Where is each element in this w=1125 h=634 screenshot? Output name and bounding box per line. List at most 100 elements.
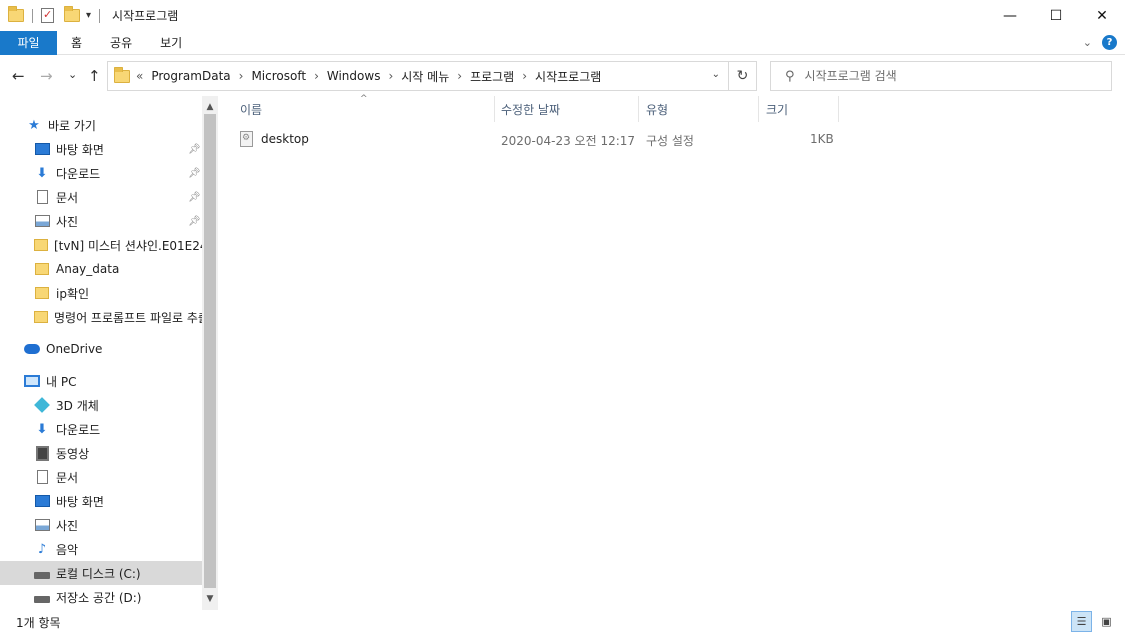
breadcrumb-startup[interactable]: 시작프로그램	[535, 68, 601, 85]
file-size: 1KB	[810, 132, 834, 146]
file-name: desktop	[261, 132, 309, 146]
music-icon: ♪	[37, 541, 47, 557]
breadcrumb-programs[interactable]: 프로그램	[470, 68, 514, 85]
sidebar-item-desktop[interactable]: 바탕 화면 📌︎	[0, 137, 202, 161]
sort-ascending-icon: ^	[360, 94, 368, 104]
title-bar: ▾ 시작프로그램 — ☐ ✕	[0, 0, 1125, 31]
sidebar-item-this-pc[interactable]: 내 PC	[0, 369, 202, 393]
refresh-button[interactable]: ↻	[728, 62, 756, 90]
download-icon: ⬇	[36, 165, 48, 181]
sidebar-item-videos[interactable]: 동영상	[0, 441, 202, 465]
expand-ribbon-icon[interactable]: ⌄	[1083, 36, 1092, 49]
sidebar-item-recent-folder[interactable]: ip확인	[0, 281, 202, 305]
sidebar-item-onedrive[interactable]: OneDrive	[0, 337, 202, 361]
onedrive-icon	[24, 344, 40, 354]
help-icon[interactable]: ?	[1102, 35, 1117, 50]
close-button[interactable]: ✕	[1079, 0, 1125, 31]
folder-icon	[35, 287, 49, 299]
sidebar-item-recent-folder[interactable]: [tvN] 미스터 션샤인.E01E24	[0, 233, 202, 257]
sidebar-item-local-disk-c[interactable]: 로컬 디스크 (C:)	[0, 561, 202, 585]
table-row[interactable]: desktop 2020-04-23 오전 12:17 구성 설정 1KB	[218, 127, 838, 151]
sidebar-item-label: 3D 개체	[56, 398, 99, 413]
desktop-icon	[34, 143, 50, 155]
column-header-name[interactable]: 이름	[240, 96, 262, 122]
picture-icon	[34, 215, 50, 227]
document-icon	[36, 470, 48, 484]
search-input[interactable]	[804, 69, 1105, 83]
breadcrumb-separator[interactable]: ›	[239, 69, 244, 83]
new-folder-icon[interactable]	[64, 6, 80, 22]
maximize-button[interactable]: ☐	[1033, 0, 1079, 31]
forward-button[interactable]: →	[40, 67, 53, 85]
sidebar-item-label: 다운로드	[56, 166, 101, 181]
sidebar-item-label: Anay_data	[56, 262, 120, 276]
breadcrumb-separator[interactable]: ›	[314, 69, 319, 83]
quick-access-toolbar: ▾	[0, 6, 104, 23]
back-button[interactable]: ←	[12, 67, 25, 85]
sidebar-item-label: 사진	[56, 518, 79, 533]
customize-toolbar-dropdown[interactable]: ▾	[86, 10, 91, 21]
video-icon	[35, 445, 49, 461]
column-divider[interactable]	[638, 96, 639, 122]
address-bar[interactable]: « ProgramData › Microsoft › Windows › 시작…	[107, 61, 757, 91]
large-icons-view-button[interactable]: ▣	[1096, 611, 1117, 632]
sidebar-item-label: 동영상	[56, 446, 90, 461]
sidebar-item-pictures[interactable]: 사진	[0, 513, 202, 537]
scroll-thumb[interactable]	[204, 114, 216, 588]
tab-share[interactable]: 공유	[96, 31, 146, 55]
sidebar-item-label: 음악	[56, 542, 79, 557]
tab-home[interactable]: 홈	[57, 31, 96, 55]
breadcrumb-programdata[interactable]: ProgramData	[151, 69, 230, 83]
properties-icon[interactable]	[41, 8, 54, 23]
pin-icon[interactable]: 📌︎	[188, 192, 201, 203]
breadcrumb-separator[interactable]: ›	[388, 69, 393, 83]
sidebar-item-label: 로컬 디스크 (C:)	[56, 566, 141, 581]
breadcrumb-separator[interactable]: ›	[457, 69, 462, 83]
folder-icon	[34, 311, 48, 323]
breadcrumb-start-menu[interactable]: 시작 메뉴	[401, 68, 449, 85]
details-view-button[interactable]: ☰	[1071, 611, 1092, 632]
sidebar-item-documents[interactable]: 문서 📌︎	[0, 185, 202, 209]
sidebar-item-downloads[interactable]: ⬇ 다운로드 📌︎	[0, 161, 202, 185]
tab-view[interactable]: 보기	[146, 31, 196, 55]
folder-icon	[35, 263, 49, 275]
pin-icon[interactable]: 📌︎	[188, 168, 201, 179]
overflow-chevron[interactable]: «	[136, 69, 143, 83]
sidebar-item-documents[interactable]: 문서	[0, 465, 202, 489]
column-divider[interactable]	[838, 96, 839, 122]
sidebar-item-label: [tvN] 미스터 션샤인.E01E24	[54, 238, 202, 253]
sidebar-item-recent-folder[interactable]: 명령어 프로롬프트 파일로 추출	[0, 305, 202, 329]
pin-icon[interactable]: 📌︎	[188, 144, 201, 155]
column-header-date[interactable]: 수정한 날짜	[501, 96, 560, 122]
sidebar-item-downloads[interactable]: ⬇ 다운로드	[0, 417, 202, 441]
sidebar-item-3d-objects[interactable]: 3D 개체	[0, 393, 202, 417]
column-divider[interactable]	[494, 96, 495, 122]
sidebar-scrollbar[interactable]: ▲ ▼	[202, 96, 218, 610]
recent-locations-button[interactable]: ⌄	[68, 68, 77, 81]
breadcrumb-windows[interactable]: Windows	[327, 69, 381, 83]
column-divider[interactable]	[758, 96, 759, 122]
sidebar-item-desktop[interactable]: 바탕 화면	[0, 489, 202, 513]
tab-file[interactable]: 파일	[0, 30, 57, 55]
breadcrumb-separator[interactable]: ›	[522, 69, 527, 83]
sidebar-item-pictures[interactable]: 사진 📌︎	[0, 209, 202, 233]
search-box[interactable]: ⚲	[770, 61, 1112, 91]
scroll-down-icon[interactable]: ▼	[202, 591, 218, 607]
scroll-up-icon[interactable]: ▲	[202, 99, 218, 115]
sidebar-item-storage-d[interactable]: 저장소 공간 (D:)	[0, 585, 202, 609]
breadcrumb-microsoft[interactable]: Microsoft	[251, 69, 306, 83]
download-icon: ⬇	[36, 421, 48, 437]
chevron-down-icon[interactable]: ⌄	[712, 69, 720, 80]
pin-icon[interactable]: 📌︎	[188, 216, 201, 227]
minimize-button[interactable]: —	[987, 0, 1033, 31]
up-button[interactable]: ↑	[88, 67, 101, 85]
config-file-icon	[240, 131, 253, 147]
sidebar-item-music[interactable]: ♪ 음악	[0, 537, 202, 561]
column-header-type[interactable]: 유형	[646, 96, 668, 122]
search-icon: ⚲	[785, 68, 795, 84]
column-header-size[interactable]: 크기	[766, 96, 788, 122]
divider	[32, 8, 33, 23]
sidebar-item-label: 내 PC	[46, 374, 77, 389]
sidebar-item-recent-folder[interactable]: Anay_data	[0, 257, 202, 281]
sidebar-item-quick-access[interactable]: ★ 바로 가기	[0, 113, 202, 137]
